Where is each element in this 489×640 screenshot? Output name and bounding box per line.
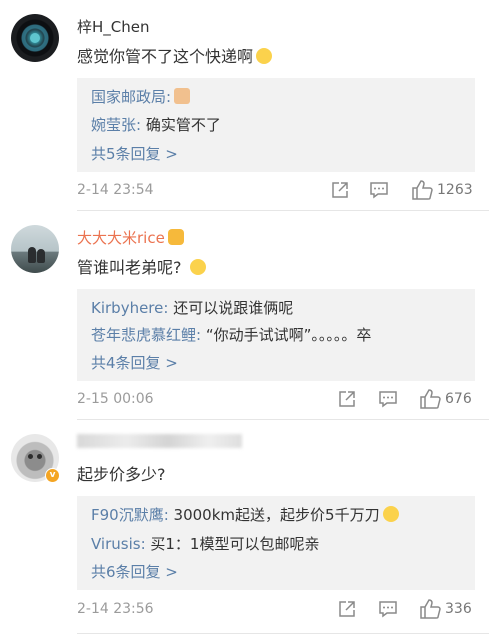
comment-text-content: 管谁叫老弟呢? — [77, 258, 182, 277]
more-replies-link[interactable]: 共4条回复 > — [91, 352, 178, 373]
comment-footer: 2-14 23:56 336 — [77, 599, 475, 621]
comment-item: 梓H_Chen 感觉你管不了这个快递啊 国家邮政局: 婉莹张: 确实管不了 共5… — [0, 0, 489, 210]
heart-eyes-emoji-icon — [167, 229, 184, 245]
comment-text-content: 感觉你管不了这个快递啊 — [77, 47, 254, 66]
smile-emoji-icon — [382, 506, 399, 522]
reply-username[interactable]: F90沉默鹰: — [91, 506, 169, 524]
like-icon[interactable] — [419, 389, 441, 411]
emoji-icon — [256, 48, 273, 64]
comment-item: v 起步价多少? F90沉默鹰: 3000km起送，起步价5千万刀 Virusi… — [0, 420, 489, 640]
like-count: 336 — [445, 601, 472, 617]
more-replies-link[interactable]: 共6条回复 > — [91, 561, 178, 582]
share-icon[interactable] — [337, 599, 357, 621]
avatar-eye — [28, 454, 33, 459]
reply-username[interactable]: 国家邮政局: — [91, 88, 171, 106]
comment-item: 大大大米rice 管谁叫老弟呢? Kirbyhere: 还可以说跟谁俩呢 苍年悲… — [0, 211, 489, 419]
reply-item: 苍年悲虎慕红鲤: “你动手试试啊”。。。。。卒 — [91, 324, 371, 345]
reply-item: 国家邮政局: — [91, 86, 191, 107]
username[interactable]: 大大大米rice — [77, 227, 184, 248]
reply-text: 买1：1模型可以包邮呢亲 — [145, 535, 320, 553]
comment-icon[interactable] — [378, 389, 398, 411]
reply-box[interactable]: Kirbyhere: 还可以说跟谁俩呢 苍年悲虎慕红鲤: “你动手试试啊”。。。… — [77, 289, 475, 381]
comment-text: 感觉你管不了这个快递啊 — [77, 43, 273, 67]
more-replies-link[interactable]: 共5条回复 > — [91, 143, 178, 164]
like-count: 676 — [445, 391, 472, 407]
comment-icon[interactable] — [378, 599, 398, 621]
avatar-figure — [37, 249, 45, 263]
share-icon[interactable] — [337, 389, 357, 411]
avatar[interactable] — [11, 225, 59, 273]
laugh-emoji-icon — [189, 259, 206, 275]
avatar-figure — [28, 247, 36, 263]
like-count: 1263 — [437, 182, 473, 198]
avatar[interactable] — [11, 14, 59, 62]
divider — [77, 633, 489, 634]
reply-item: 婉莹张: 确实管不了 — [91, 114, 221, 135]
comment-text: 起步价多少? — [77, 465, 166, 484]
reply-item: Virusis: 买1：1模型可以包邮呢亲 — [91, 533, 319, 554]
reply-username[interactable]: Virusis: — [91, 535, 146, 553]
reply-text: 3000km起送，起步价5千万刀 — [168, 506, 380, 524]
cat-emoji-icon — [174, 88, 191, 104]
verified-badge-icon: v — [45, 468, 60, 483]
reply-username[interactable]: 婉莹张: — [91, 116, 141, 134]
like-icon[interactable] — [419, 599, 441, 621]
reply-item: F90沉默鹰: 3000km起送，起步价5千万刀 — [91, 504, 399, 525]
reply-item: Kirbyhere: 还可以说跟谁俩呢 — [91, 297, 293, 318]
username-text: 大大大米rice — [77, 229, 165, 247]
avatar-eye — [37, 454, 42, 459]
share-icon[interactable] — [330, 180, 350, 202]
reply-box[interactable]: 国家邮政局: 婉莹张: 确实管不了 共5条回复 > — [77, 78, 475, 172]
reply-text: “你动手试试啊”。。。。。卒 — [201, 326, 372, 344]
reply-text: 还可以说跟谁俩呢 — [168, 299, 294, 317]
like-icon[interactable] — [411, 180, 433, 202]
reply-username[interactable]: 苍年悲虎慕红鲤: — [91, 326, 201, 344]
username-blurred[interactable] — [77, 434, 242, 448]
reply-username[interactable]: Kirbyhere: — [91, 299, 168, 317]
username[interactable]: 梓H_Chen — [77, 16, 150, 37]
comment-time: 2-14 23:56 — [77, 601, 154, 617]
reply-text: 确实管不了 — [141, 116, 221, 134]
comment-icon[interactable] — [369, 180, 389, 202]
reply-box[interactable]: F90沉默鹰: 3000km起送，起步价5千万刀 Virusis: 买1：1模型… — [77, 496, 475, 590]
comment-footer: 2-15 00:06 676 — [77, 389, 475, 411]
comment-time: 2-15 00:06 — [77, 391, 154, 407]
comment-text: 管谁叫老弟呢? — [77, 254, 206, 278]
comment-footer: 2-14 23:54 1263 — [77, 180, 475, 202]
comment-time: 2-14 23:54 — [77, 182, 154, 198]
